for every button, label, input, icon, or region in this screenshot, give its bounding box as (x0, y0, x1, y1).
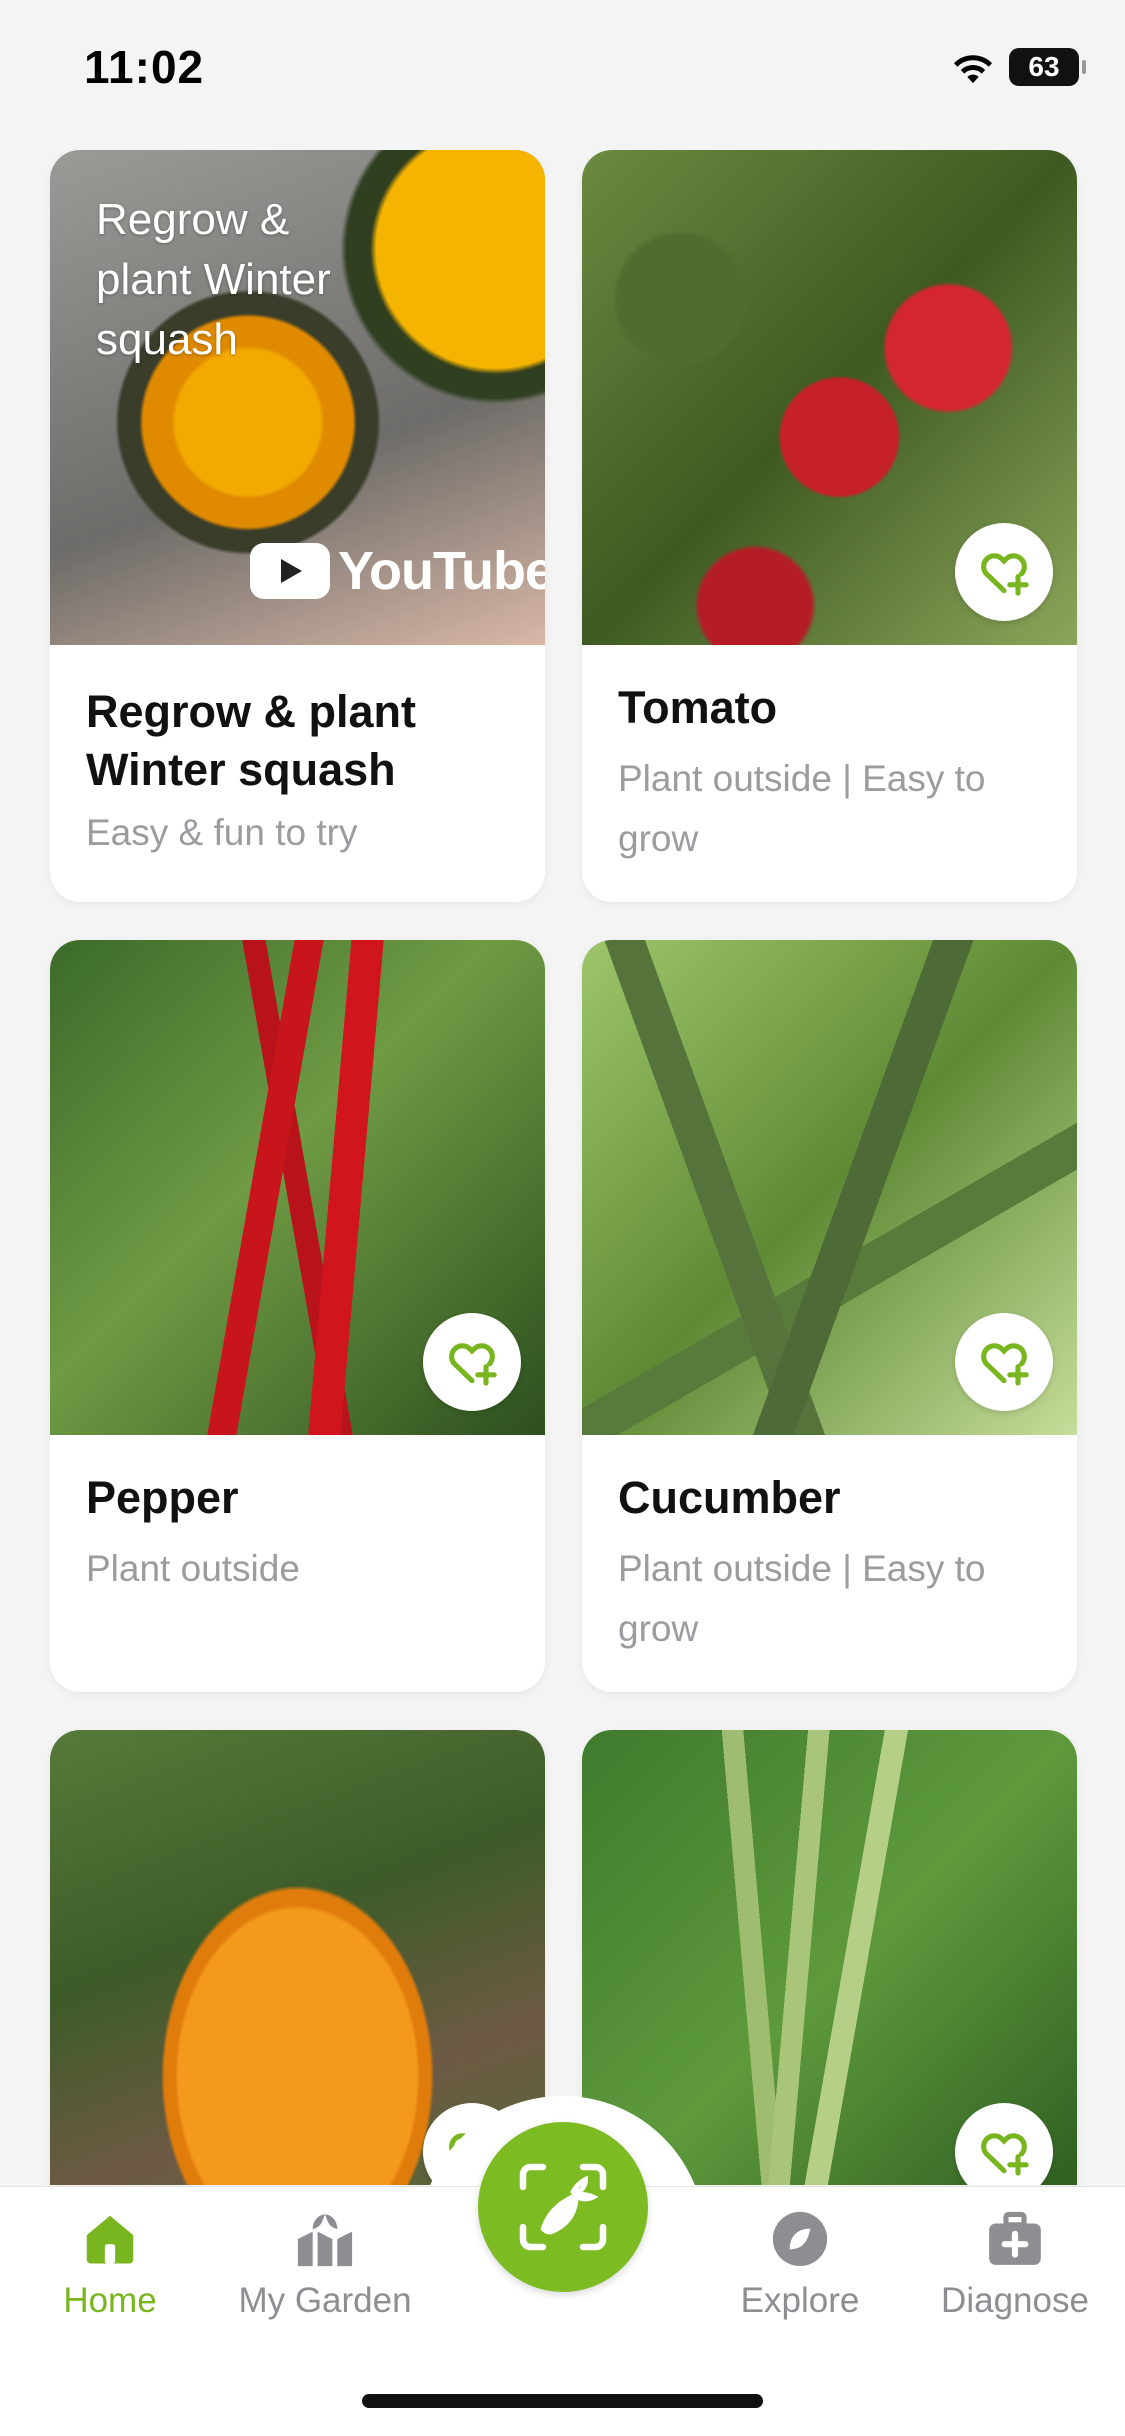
plant-image (582, 150, 1077, 645)
video-overlay-text: Regrow & plant Winter squash (96, 195, 331, 364)
tab-label: My Garden (238, 2281, 412, 2320)
plant-card-green-beans[interactable] (582, 1730, 1077, 2185)
plant-card-tomato[interactable]: Tomato Plant outside | Easy to grow (582, 150, 1077, 902)
heart-plus-icon (981, 553, 1029, 596)
plant-image (50, 1730, 545, 2185)
youtube-badge: YouTube (250, 540, 545, 602)
card-title: Cucumber (618, 1472, 841, 1523)
plant-image (582, 1730, 1077, 2185)
card-title: Regrow & plant Winter squash (86, 686, 417, 795)
scan-plant-button[interactable] (478, 2122, 648, 2292)
tab-explore[interactable]: Explore (690, 2187, 910, 2337)
tab-diagnose[interactable]: Diagnose (905, 2187, 1125, 2337)
tab-label: Diagnose (941, 2281, 1089, 2320)
garden-icon (293, 2207, 357, 2271)
heart-plus-icon (981, 2133, 1029, 2176)
add-to-garden-button[interactable] (955, 2103, 1053, 2185)
card-title: Tomato (618, 682, 778, 733)
plant-image (50, 940, 545, 1435)
card-subtitle: Plant outside | Easy to grow (618, 1548, 986, 1649)
add-to-garden-button[interactable] (955, 1313, 1053, 1411)
card-subtitle: Plant outside | Easy to grow (618, 758, 986, 859)
first-aid-icon (983, 2207, 1047, 2271)
card-title: Pepper (86, 1472, 239, 1523)
status-icons: 63 (949, 48, 1086, 86)
battery-icon: 63 (1009, 48, 1086, 86)
status-bar: 11:02 63 (0, 0, 1125, 140)
tab-my-garden[interactable]: My Garden (215, 2187, 435, 2337)
compass-icon (768, 2207, 832, 2271)
tab-home[interactable]: Home (0, 2187, 220, 2337)
add-to-garden-button[interactable] (955, 523, 1053, 621)
add-to-garden-button[interactable] (423, 1313, 521, 1411)
heart-plus-icon (449, 1343, 497, 1386)
scan-plant-icon (519, 2163, 607, 2251)
video-thumbnail[interactable]: Regrow & plant Winter squash YouTube (50, 150, 545, 645)
card-subtitle: Easy & fun to try (86, 812, 358, 853)
plant-image (582, 940, 1077, 1435)
wifi-icon (954, 55, 992, 84)
card-subtitle: Plant outside (86, 1548, 300, 1589)
play-icon (250, 543, 330, 599)
plant-card-pepper[interactable]: Pepper Plant outside (50, 940, 545, 1692)
plant-card-pumpkin[interactable] (50, 1730, 545, 2185)
plant-card-cucumber[interactable]: Cucumber Plant outside | Easy to grow (582, 940, 1077, 1692)
youtube-label: YouTube (338, 541, 545, 601)
home-indicator (362, 2394, 763, 2408)
tab-label: Home (63, 2281, 157, 2320)
video-card-winter-squash[interactable]: Regrow & plant Winter squash YouTube Reg… (50, 150, 545, 902)
home-icon (78, 2207, 142, 2271)
tab-label: Explore (740, 2281, 860, 2320)
heart-plus-icon (981, 1343, 1029, 1386)
plant-feed[interactable]: Regrow & plant Winter squash YouTube Reg… (0, 150, 1125, 2185)
status-time: 11:02 (84, 41, 205, 93)
